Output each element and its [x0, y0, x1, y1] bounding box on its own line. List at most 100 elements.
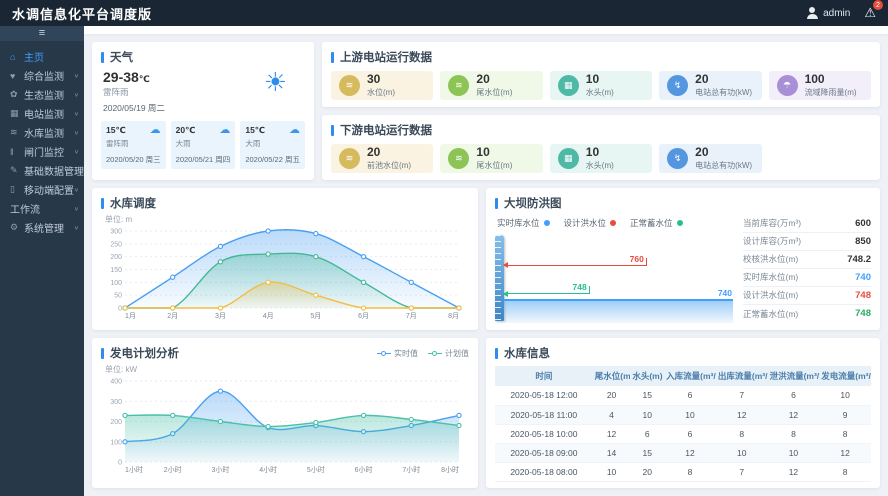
normal-level-line: 748 [504, 293, 590, 294]
dam-stats-list: 当前库容(万m³)600 设计库容(万m³)850 校核洪水位(m)748.2 … [743, 215, 871, 323]
svg-text:1小时: 1小时 [125, 465, 143, 474]
weather-temp: 29-38℃ [103, 69, 165, 85]
table-row[interactable]: 2020-05-18 12:002015 676 10 [495, 386, 871, 405]
user-avatar-icon [806, 7, 818, 19]
sidebar: ≡ ⌂ 主页 ♥ 综合监测 ∨ ✿ 生态监测 ∨ ▦ 电站监测 ∨ [0, 26, 84, 496]
svg-text:300: 300 [110, 399, 122, 406]
power-icon: ↯ [667, 75, 688, 96]
arrow-left-icon [503, 262, 508, 268]
cloud-rain-icon: ☁ [219, 125, 230, 136]
generation-plan-title: 发电计划分析 [101, 345, 179, 361]
svg-text:8小时: 8小时 [441, 465, 459, 474]
dam-legend: 实时库水位 设计洪水位 正常蓄水位 [495, 215, 733, 233]
sidebar-item-comprehensive-monitor[interactable]: ♥ 综合监测 ∨ [0, 66, 84, 85]
sidebar-collapse-button[interactable]: ≡ [0, 26, 84, 41]
unit-label: 单位: kW [105, 364, 469, 375]
legend-realtime-level[interactable]: 实时库水位 [497, 217, 550, 229]
svg-text:5小时: 5小时 [307, 465, 325, 474]
generation-plan-chart: 01002003004001小时2小时3小时4小时5小时6小时7小时8小时 [101, 375, 467, 475]
svg-text:50: 50 [114, 293, 122, 300]
legend-plan-value[interactable]: 计划值 [428, 348, 469, 359]
weather-card: 天气 29-38℃ 雷阵雨 2020/05/19 周二 ☀ [92, 42, 314, 180]
gate-icon: ‖ [10, 147, 24, 157]
stat-tailwater-level: ≋ 10尾水位(m) [440, 144, 542, 173]
sidebar-item-basic-data[interactable]: ✎ 基础数据管理 ∨ [0, 161, 84, 180]
legend-design-flood-level[interactable]: 设计洪水位 [564, 217, 617, 229]
dam-stat-row: 设计洪水位(m)748 [743, 287, 871, 305]
stat-tailwater-level: ≋ 20尾水位(m) [440, 71, 542, 100]
chevron-down-icon: ∨ [74, 186, 79, 192]
svg-text:200: 200 [110, 254, 122, 261]
dam-stat-row: 正常蓄水位(m)748 [743, 305, 871, 323]
topbar [84, 26, 888, 34]
green-dot-icon [677, 220, 683, 226]
table-row[interactable]: 2020-05-18 11:00410 101212 9 [495, 405, 871, 424]
water-fill [504, 301, 733, 323]
svg-text:4月: 4月 [263, 312, 274, 320]
reservoir-dispatch-title: 水库调度 [101, 195, 469, 211]
chevron-down-icon: ∨ [74, 129, 79, 135]
user-menu[interactable]: admin [806, 7, 850, 19]
sidebar-item-mobile-config[interactable]: ▯ 移动端配置 ∨ [0, 180, 84, 199]
dam-stat-row: 设计库容(万m³)850 [743, 233, 871, 251]
sidebar-item-workflow[interactable]: 工作流 ∨ [0, 199, 84, 218]
sidebar-item-station-monitor[interactable]: ▦ 电站监测 ∨ [0, 104, 84, 123]
sidebar-menu: ⌂ 主页 ♥ 综合监测 ∨ ✿ 生态监测 ∨ ▦ 电站监测 ∨ ≋ 水库监测 ∨ [0, 41, 84, 237]
weather-date: 2020/05/19 周二 [103, 102, 165, 114]
reservoir-dispatch-chart: 0501001502002503001月2月3月4月5月6月7月8月 [101, 225, 467, 321]
sidebar-item-home[interactable]: ⌂ 主页 [0, 47, 84, 66]
cloud-rain-icon: ☁ [289, 125, 300, 136]
svg-text:4小时: 4小时 [259, 465, 277, 474]
cloud-rain-icon: ☁ [150, 125, 161, 136]
svg-text:1月: 1月 [125, 312, 136, 320]
chevron-down-icon: ∨ [74, 205, 79, 211]
dashboard-content: 天气 29-38℃ 雷阵雨 2020/05/19 周二 ☀ [84, 34, 888, 496]
table-row[interactable]: 2020-05-18 08:001020 8712 8 [495, 462, 871, 481]
app-title: 水调信息化平台调度版 [12, 4, 152, 23]
svg-text:2月: 2月 [167, 312, 178, 320]
gauge-icon: ≋ [448, 148, 469, 169]
svg-text:5月: 5月 [310, 312, 321, 320]
blue-dot-icon [544, 220, 550, 226]
gauge-icon: ≋ [339, 75, 360, 96]
downstream-title: 下游电站运行数据 [331, 122, 871, 138]
line-circle-icon [428, 350, 442, 357]
gear-icon: ⚙ [10, 222, 24, 233]
table-header-row: 时间尾水位(m)水头(m) 入库流量(m³/s)出库流量(m³/s)泄洪流量(m… [495, 366, 871, 386]
svg-text:0: 0 [118, 306, 122, 313]
svg-text:6月: 6月 [358, 312, 369, 320]
alarm-button[interactable]: ⚠ 2 [864, 4, 876, 22]
staff-gauge [495, 235, 504, 321]
legend-realtime-value[interactable]: 实时值 [377, 348, 418, 359]
chevron-down-icon: ∨ [74, 91, 79, 97]
svg-text:300: 300 [110, 229, 122, 236]
line-circle-icon [377, 350, 391, 357]
dam-flood-card: 大坝防洪图 实时库水位 设计洪水位 正常蓄水 [486, 188, 880, 330]
home-icon: ⌂ [10, 52, 24, 62]
stat-water-head: ▦ 10水头(m) [550, 144, 652, 173]
sidebar-item-ecology-monitor[interactable]: ✿ 生态监测 ∨ [0, 85, 84, 104]
dam-stat-row: 当前库容(万m³)600 [743, 215, 871, 233]
sidebar-item-system-manage[interactable]: ⚙ 系统管理 ∨ [0, 218, 84, 237]
power-icon: ↯ [667, 148, 688, 169]
svg-text:200: 200 [110, 419, 122, 426]
upstream-station-card: 上游电站运行数据 ≋ 30水位(m) ≋ 20尾水位(m) ▦ [322, 42, 880, 107]
table-row[interactable]: 2020-05-18 09:001415 121010 12 [495, 443, 871, 462]
svg-text:250: 250 [110, 241, 122, 248]
dam-icon: ▦ [558, 75, 579, 96]
alarm-badge: 2 [873, 0, 883, 10]
app-header: 水调信息化平台调度版 admin ⚠ 2 [0, 0, 888, 26]
upstream-title: 上游电站运行数据 [331, 49, 871, 65]
sidebar-item-reservoir-monitor[interactable]: ≋ 水库监测 ∨ [0, 123, 84, 142]
svg-text:7小时: 7小时 [402, 465, 420, 474]
svg-text:3月: 3月 [215, 312, 226, 320]
stat-water-level: ≋ 30水位(m) [331, 71, 433, 100]
sidebar-item-gate-monitor[interactable]: ‖ 闸门监控 ∨ [0, 142, 84, 161]
table-row[interactable]: 2020-05-18 10:00126 688 8 [495, 424, 871, 443]
gauge-icon: ≋ [448, 75, 469, 96]
design-flood-level-line: 760 [504, 265, 647, 266]
svg-text:100: 100 [110, 280, 122, 287]
generation-legend: 实时值 计划值 [377, 348, 469, 359]
legend-normal-level[interactable]: 正常蓄水位 [630, 217, 683, 229]
chevron-down-icon: ∨ [74, 167, 79, 173]
